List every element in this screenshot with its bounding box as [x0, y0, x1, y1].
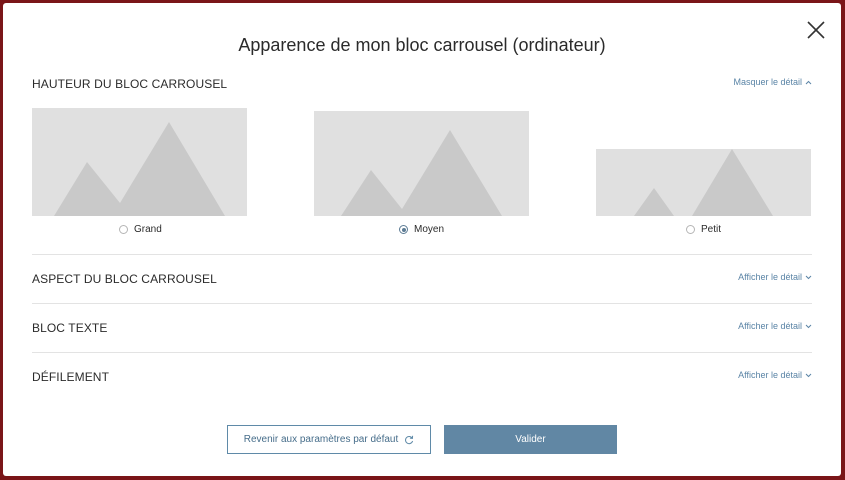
show-detail-label: Afficher le détail — [738, 370, 802, 380]
section-divider — [32, 303, 812, 304]
show-detail-label: Afficher le détail — [738, 272, 802, 282]
radio-label-grand: Grand — [134, 224, 162, 235]
close-button[interactable] — [805, 19, 827, 41]
radio-label-petit: Petit — [701, 224, 722, 235]
reset-defaults-label: Revenir aux paramètres par défaut — [243, 434, 399, 445]
section-divider — [32, 352, 812, 353]
hide-detail-label: Masquer le détail — [733, 77, 802, 87]
preview-moyen[interactable] — [314, 111, 529, 216]
radio-option-petit[interactable]: Petit — [686, 224, 721, 235]
refresh-icon — [405, 435, 414, 444]
image-placeholder-icon — [341, 130, 502, 216]
section-bloc-texte[interactable]: BLOC TEXTE Afficher le détail — [32, 320, 812, 340]
show-detail-link-bloc-texte[interactable]: Afficher le détail — [738, 321, 812, 331]
radio-button-grand[interactable] — [119, 225, 128, 234]
chevron-down-icon — [805, 324, 812, 328]
show-detail-link-aspect[interactable]: Afficher le détail — [738, 272, 812, 282]
section-title-defilement: DÉFILEMENT — [32, 370, 110, 384]
image-placeholder-icon — [634, 149, 773, 216]
chevron-up-icon — [805, 80, 812, 84]
chevron-down-icon — [805, 373, 812, 377]
radio-button-moyen[interactable] — [399, 225, 408, 234]
validate-button[interactable]: Valider — [444, 425, 617, 454]
validate-label: Valider — [515, 434, 546, 445]
section-title-bloc-texte: BLOC TEXTE — [32, 321, 108, 335]
radio-button-petit[interactable] — [686, 225, 695, 234]
preview-petit[interactable] — [596, 149, 811, 216]
show-detail-label: Afficher le détail — [738, 321, 802, 331]
show-detail-link-defilement[interactable]: Afficher le détail — [738, 370, 812, 380]
radio-label-moyen: Moyen — [414, 224, 445, 235]
radio-option-moyen[interactable]: Moyen — [399, 224, 444, 235]
radio-option-grand[interactable]: Grand — [119, 224, 162, 235]
section-hauteur: HAUTEUR DU BLOC CARROUSEL Masquer le dét… — [32, 76, 812, 96]
modal-title: Apparence de mon bloc carrousel (ordinat… — [238, 35, 606, 55]
close-icon — [807, 21, 825, 39]
section-title-hauteur: HAUTEUR DU BLOC CARROUSEL — [32, 77, 228, 91]
reset-defaults-button[interactable]: Revenir aux paramètres par défaut — [227, 425, 431, 454]
section-aspect[interactable]: ASPECT DU BLOC CARROUSEL Afficher le dét… — [32, 271, 812, 291]
preview-grand[interactable] — [32, 108, 247, 216]
section-defilement[interactable]: DÉFILEMENT Afficher le détail — [32, 369, 812, 389]
section-title-aspect: ASPECT DU BLOC CARROUSEL — [32, 272, 217, 286]
hide-detail-link-hauteur[interactable]: Masquer le détail — [733, 77, 812, 87]
chevron-down-icon — [805, 275, 812, 279]
section-divider — [32, 254, 812, 255]
image-placeholder-icon — [54, 122, 225, 216]
appearance-modal: Apparence de mon bloc carrousel (ordinat… — [3, 3, 841, 476]
